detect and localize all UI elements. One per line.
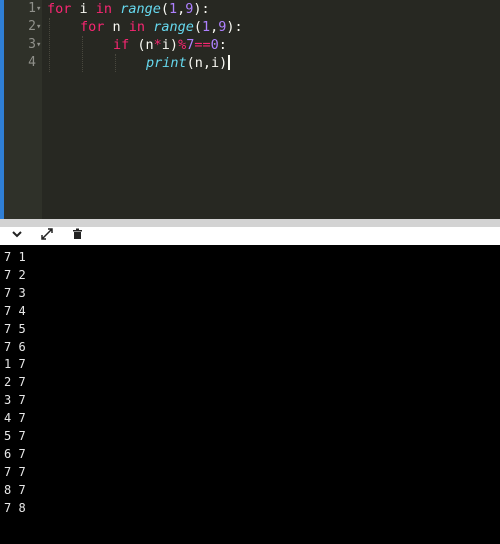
console-line: 3 7 [4,393,26,408]
console-line: 4 7 [4,411,26,426]
code-token: for [80,19,105,35]
text-caret [228,55,231,70]
line-number: 4 [28,55,36,70]
console-line: 7 4 [4,303,26,318]
code-token: range [153,19,194,35]
line-number: 3 [28,37,36,52]
code-line: for i in range(1,9): [47,0,210,18]
line-number: 1 [28,1,36,16]
code-token: ): [193,1,210,17]
console-line: 7 3 [4,285,26,300]
code-token: 0 [210,37,219,53]
expand-arrows-icon[interactable] [38,228,56,244]
console-toolbar [0,227,500,245]
code-token: ( [193,19,202,35]
indent-guide [82,36,83,72]
code-token: print [146,55,187,71]
console-line: 5 7 [4,429,26,443]
code-token: ): [226,19,243,35]
console-line: 2 7 [4,375,26,390]
line-number: 2 [28,19,36,34]
code-token: 1 [201,19,211,35]
indent-guide [49,18,50,72]
code-token: n [104,19,129,35]
indent-guide [115,54,116,72]
code-line: if (n*i)%7==0: [113,36,227,54]
code-token: % [178,37,187,53]
console-line: 7 5 [4,321,26,336]
console-line: 6 7 [4,446,26,461]
code-editor[interactable]: 1 ▾ 2 ▾ 3 ▾ 4 for i in range(1,9): for n… [0,0,500,219]
console-output[interactable]: 7 1 7 2 7 3 7 4 7 5 7 6 1 7 2 7 3 7 4 7 5 7 6 7 7 7 8… [0,245,500,544]
code-token: if [113,37,130,53]
chevron-down-icon[interactable] [8,228,26,244]
console-line: 8 7 [4,482,26,497]
code-token: == [194,37,211,53]
code-token: 1 [168,1,178,17]
code-line: for n in range(1,9): [80,18,243,36]
code-token: (n,i) [186,55,228,71]
panel-resize-handle[interactable] [0,219,500,227]
fold-arrow-icon[interactable]: ▾ [36,36,41,54]
code-token: for [47,1,72,17]
fold-arrow-icon[interactable]: ▾ [36,18,41,36]
console-line: 1 7 [4,357,26,372]
fold-arrow-icon[interactable]: ▾ [36,0,41,18]
code-token: (n [129,37,154,53]
code-line: print(n,i) [146,54,231,72]
clear-console-icon[interactable] [68,228,86,244]
code-token: i) [161,37,179,53]
console-line: 7 7 [4,464,26,479]
code-token: i [71,1,96,17]
console-line: 7 6 [4,339,26,354]
code-token: : [218,37,227,53]
code-token: ( [160,1,169,17]
code-token: * [153,37,162,53]
line-number-gutter: 1 ▾ 2 ▾ 3 ▾ 4 [4,0,42,219]
console-line: 7 1 [4,250,26,264]
console-line: 7 8 [4,500,26,515]
code-token: in [95,1,113,17]
code-token: range [120,1,161,17]
code-token: in [128,19,146,35]
console-line: 7 2 [4,267,26,282]
